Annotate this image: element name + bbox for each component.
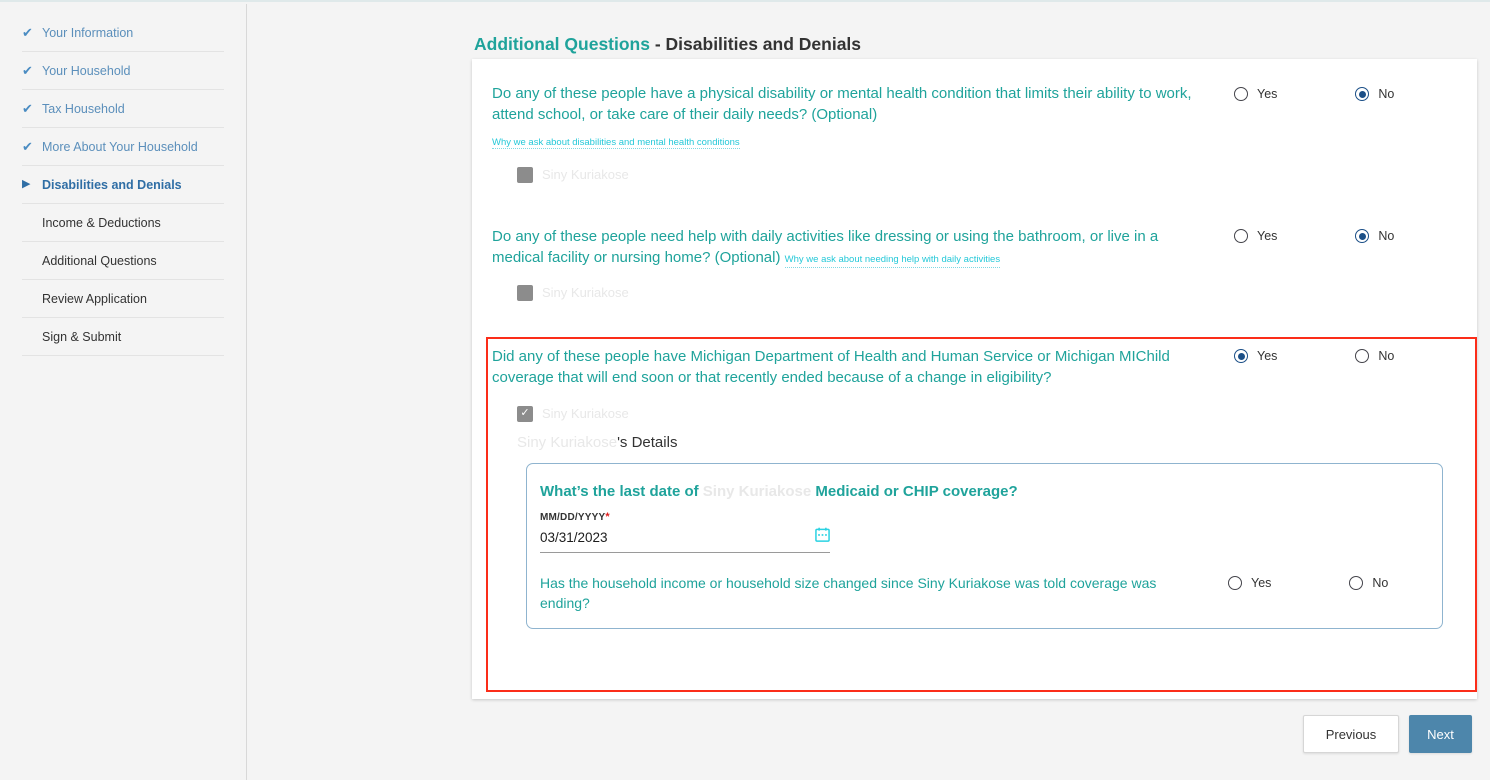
sidebar-item-label: Disabilities and Denials xyxy=(42,177,182,192)
question-2-yes-option[interactable]: Yes xyxy=(1234,229,1277,243)
radio-selected-icon[interactable] xyxy=(1234,349,1248,363)
progress-sidebar: ✔ Your Information ✔ Your Household ✔ Ta… xyxy=(0,4,247,780)
sidebar-item-additional-questions[interactable]: Additional Questions xyxy=(22,242,224,280)
question-1-no-option[interactable]: No xyxy=(1355,87,1394,101)
application-page: ✔ Your Information ✔ Your Household ✔ Ta… xyxy=(0,0,1490,780)
question-3-text: Did any of these people have Michigan De… xyxy=(492,348,1170,387)
person-name-label: Siny Kuriakose xyxy=(542,285,629,301)
required-asterisk: * xyxy=(605,511,610,523)
sidebar-item-your-information[interactable]: ✔ Your Information xyxy=(22,14,224,52)
sub-question-text: Has the household income or household si… xyxy=(540,575,1157,612)
sidebar-item-disabilities-and-denials[interactable]: ▶ Disabilities and Denials xyxy=(22,166,224,204)
question-3: Did any of these people have Michigan De… xyxy=(492,346,1214,422)
date-field-label: MM/DD/YYYY* xyxy=(540,511,610,523)
sidebar-item-label: Income & Deductions xyxy=(42,215,161,230)
question-2: Do any of these people need help with da… xyxy=(492,226,1207,301)
radio-unselected-icon[interactable] xyxy=(1234,229,1248,243)
sub-question-yes-option[interactable]: Yes xyxy=(1228,576,1271,590)
person-checkbox-1[interactable] xyxy=(517,166,533,183)
question-1-person-row[interactable]: Siny Kuriakose xyxy=(517,166,1207,183)
previous-button[interactable]: Previous xyxy=(1303,715,1399,753)
person-details-suffix: 's Details xyxy=(617,434,678,451)
radio-label: No xyxy=(1378,87,1395,101)
check-icon: ✔ xyxy=(22,139,33,154)
triangle-right-icon: ▶ xyxy=(22,178,31,190)
sidebar-item-label: Review Application xyxy=(42,291,147,306)
page-title: Additional Questions - Disabilities and … xyxy=(474,34,861,55)
last-date-question: What’s the last date of Siny Kuriakose M… xyxy=(540,483,1018,500)
question-3-radio-group[interactable]: Yes No xyxy=(1234,349,1394,363)
check-icon: ✔ xyxy=(22,101,33,116)
radio-label: No xyxy=(1372,576,1389,590)
sidebar-item-tax-household[interactable]: ✔ Tax Household xyxy=(22,90,224,128)
sidebar-item-income-and-deductions[interactable]: Income & Deductions xyxy=(22,204,224,242)
last-date-question-prefix: What’s the last date of xyxy=(540,483,703,500)
sidebar-item-label: Additional Questions xyxy=(42,253,157,268)
question-2-radio-group[interactable]: Yes No xyxy=(1234,229,1394,243)
radio-unselected-icon[interactable] xyxy=(1234,87,1248,101)
sidebar-item-your-household[interactable]: ✔ Your Household xyxy=(22,52,224,90)
sidebar-item-label: Tax Household xyxy=(42,101,125,116)
question-1-radio-group[interactable]: Yes No xyxy=(1234,87,1394,101)
question-2-no-option[interactable]: No xyxy=(1355,229,1394,243)
radio-unselected-icon[interactable] xyxy=(1228,576,1242,590)
question-1-yes-option[interactable]: Yes xyxy=(1234,87,1277,101)
next-button[interactable]: Next xyxy=(1409,715,1472,753)
last-date-question-suffix: Medicaid or CHIP coverage? xyxy=(811,483,1018,500)
page-title-accent: Additional Questions xyxy=(474,33,650,54)
radio-unselected-icon[interactable] xyxy=(1355,349,1370,363)
radio-label: No xyxy=(1378,349,1395,363)
page-title-rest: - Disabilities and Denials xyxy=(649,33,862,54)
sidebar-item-review-application[interactable]: Review Application xyxy=(22,280,224,318)
sub-question-no-option[interactable]: No xyxy=(1349,576,1388,590)
person-name-label: Siny Kuriakose xyxy=(542,406,629,422)
radio-label: Yes xyxy=(1257,229,1278,243)
date-format-label: MM/DD/YYYY xyxy=(540,512,606,523)
question-1: Do any of these people have a physical d… xyxy=(492,83,1207,183)
person-details-name: Siny Kuriakose xyxy=(517,434,618,451)
sidebar-item-label: Your Information xyxy=(42,25,134,40)
date-input-wrapper[interactable]: 03/31/2023 xyxy=(540,527,830,553)
question-2-person-row[interactable]: Siny Kuriakose xyxy=(517,284,1207,301)
question-1-text: Do any of these people have a physical d… xyxy=(492,85,1192,124)
question-3-person-row[interactable]: ✓ Siny Kuriakose xyxy=(517,405,1214,422)
sidebar-item-label: More About Your Household xyxy=(42,139,198,154)
question-3-yes-option[interactable]: Yes xyxy=(1234,349,1277,363)
radio-selected-icon[interactable] xyxy=(1355,87,1370,101)
sidebar-item-more-about-your-household[interactable]: ✔ More About Your Household xyxy=(22,128,224,166)
radio-unselected-icon[interactable] xyxy=(1349,576,1364,590)
sidebar-item-sign-and-submit[interactable]: Sign & Submit xyxy=(22,318,224,356)
person-name-label: Siny Kuriakose xyxy=(542,167,629,183)
radio-label: Yes xyxy=(1251,576,1272,590)
why-we-ask-link-1[interactable]: Why we ask about disabilities and mental… xyxy=(492,136,740,149)
person-details-heading: Siny Kuriakose's Details xyxy=(517,434,677,451)
radio-label: Yes xyxy=(1257,87,1278,101)
check-icon: ✔ xyxy=(22,63,33,78)
sidebar-item-label: Sign & Submit xyxy=(42,329,122,344)
person-checkbox-3[interactable]: ✓ xyxy=(517,405,533,422)
calendar-icon[interactable] xyxy=(815,527,830,547)
sub-question-radio-group[interactable]: Yes No xyxy=(1228,576,1388,590)
radio-label: No xyxy=(1378,229,1395,243)
person-checkbox-2[interactable] xyxy=(517,284,533,301)
why-we-ask-link-2[interactable]: Why we ask about needing help with daily… xyxy=(784,253,1001,268)
date-input[interactable]: 03/31/2023 xyxy=(540,530,608,545)
check-icon: ✔ xyxy=(22,25,33,40)
last-date-question-name: Siny Kuriakose xyxy=(702,483,812,500)
radio-label: Yes xyxy=(1257,349,1278,363)
question-3-no-option[interactable]: No xyxy=(1355,349,1394,363)
radio-selected-icon[interactable] xyxy=(1355,229,1370,243)
question-2-text: Do any of these people need help with da… xyxy=(492,226,1207,269)
sidebar-item-label: Your Household xyxy=(42,63,131,78)
